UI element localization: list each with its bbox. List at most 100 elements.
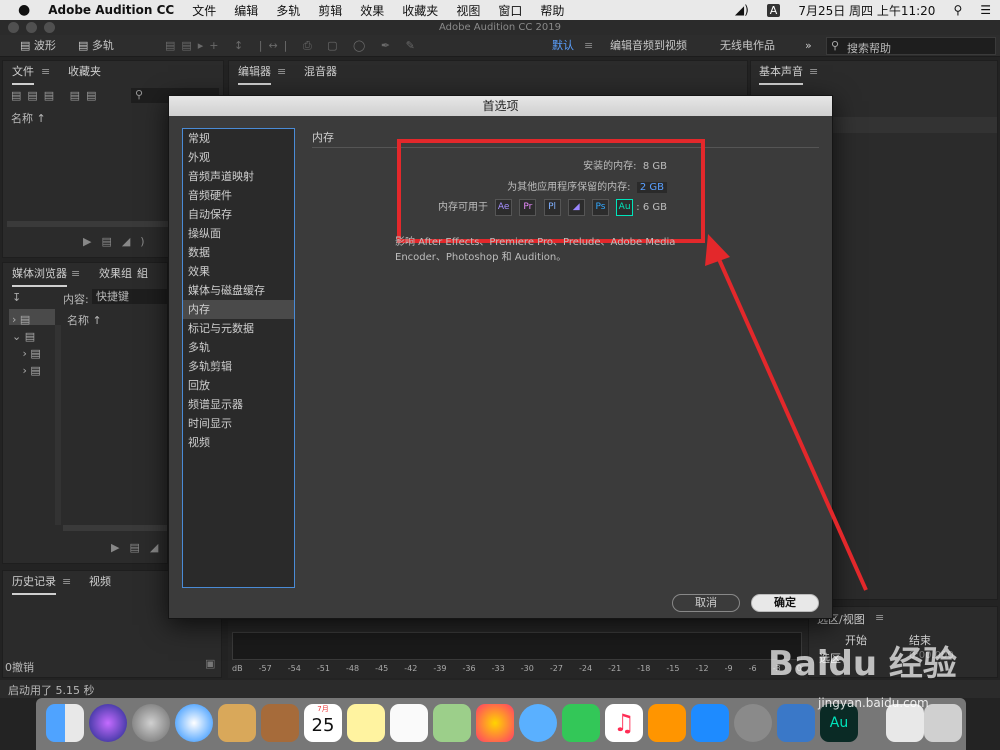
- panel-menu-icon[interactable]: ≡: [71, 263, 80, 285]
- tab-files[interactable]: 文件: [12, 61, 34, 85]
- nav-item[interactable]: 常规: [183, 129, 294, 148]
- notification-center-icon[interactable]: ☰: [971, 3, 1000, 17]
- nav-item[interactable]: 回放: [183, 376, 294, 395]
- contacts-icon[interactable]: [261, 704, 299, 742]
- apple-menu-icon[interactable]: ●: [0, 2, 39, 18]
- workspace-default[interactable]: 默认: [552, 38, 574, 54]
- tab-media-browser[interactable]: 媒体浏览器: [12, 263, 67, 287]
- tool-icons: ▤▤▸+ ↕ |↔| ⎙ ▢ ◯ ✒ ✎: [165, 39, 421, 52]
- reminders-icon[interactable]: [390, 704, 428, 742]
- tab-history[interactable]: 历史记录: [12, 571, 56, 595]
- input-method-icon[interactable]: A: [758, 3, 790, 17]
- volume-icon[interactable]: ◢): [726, 3, 758, 17]
- nav-item[interactable]: 多轨剪辑: [183, 357, 294, 376]
- app-menu[interactable]: Adobe Audition CC: [39, 3, 183, 17]
- media-column-name[interactable]: 名称 ↑: [67, 312, 102, 328]
- mail-icon[interactable]: [218, 704, 256, 742]
- section-title: 内存: [312, 131, 334, 144]
- menu-clip[interactable]: 剪辑: [309, 2, 351, 19]
- waveform-view-button[interactable]: ▤ 波形: [20, 38, 56, 54]
- menu-multitrack[interactable]: 多轨: [267, 2, 309, 19]
- ok-button[interactable]: 确定: [751, 594, 819, 612]
- app-store-icon[interactable]: [691, 704, 729, 742]
- workspace-edit-video[interactable]: 编辑音频到视频: [610, 38, 687, 54]
- tab-editor[interactable]: 编辑器: [238, 61, 271, 85]
- workspace-radio[interactable]: 无线电作品: [720, 38, 775, 54]
- tab-mixer[interactable]: 混音器: [304, 61, 337, 83]
- cancel-button[interactable]: 取消: [672, 594, 740, 612]
- status-text: 启动用了 5.15 秒: [8, 684, 95, 697]
- menu-effects[interactable]: 效果: [351, 2, 393, 19]
- panel-menu-icon[interactable]: ≡: [875, 611, 884, 624]
- photos-icon[interactable]: [476, 704, 514, 742]
- tick: -57: [258, 664, 272, 673]
- media-tree[interactable]: › ▤ ⌄ ▤ › ▤ › ▤: [12, 311, 41, 379]
- spotlight-icon[interactable]: ⚲: [944, 3, 971, 17]
- trash-icon[interactable]: ▣: [205, 657, 215, 670]
- nav-item[interactable]: 音频硬件: [183, 186, 294, 205]
- messages-icon[interactable]: [519, 704, 557, 742]
- nav-item[interactable]: 自动保存: [183, 205, 294, 224]
- window-zoom-icon[interactable]: [44, 22, 55, 33]
- nav-item[interactable]: 视频: [183, 433, 294, 452]
- safari-icon[interactable]: [175, 704, 213, 742]
- notes-icon[interactable]: [347, 704, 385, 742]
- facetime-icon[interactable]: [562, 704, 600, 742]
- tick: -45: [375, 664, 389, 673]
- books-icon[interactable]: [648, 704, 686, 742]
- nav-item[interactable]: 时间显示: [183, 414, 294, 433]
- calendar-icon[interactable]: 7月 25: [304, 704, 342, 742]
- window-close-icon[interactable]: [8, 22, 19, 33]
- app-icon[interactable]: [777, 704, 815, 742]
- tick: dB: [232, 664, 243, 673]
- panel-menu-icon[interactable]: ≡: [62, 571, 71, 593]
- system-preferences-icon[interactable]: [734, 704, 772, 742]
- music-icon[interactable]: ♫: [605, 704, 643, 742]
- siri-icon[interactable]: [89, 704, 127, 742]
- menu-view[interactable]: 视图: [447, 2, 489, 19]
- workspace-menu-icon[interactable]: ≡: [584, 38, 593, 54]
- files-column-name[interactable]: 名称 ↑: [11, 110, 46, 126]
- nav-item[interactable]: 外观: [183, 148, 294, 167]
- tab-favorites[interactable]: 收藏夹: [68, 61, 101, 83]
- search-help-field[interactable]: ⚲ 搜索帮助: [826, 37, 996, 55]
- nav-item[interactable]: 数据: [183, 243, 294, 262]
- menu-edit[interactable]: 编辑: [225, 2, 267, 19]
- media-scrollbar[interactable]: [63, 525, 167, 531]
- nav-item[interactable]: 音频声道映射: [183, 167, 294, 186]
- more-workspaces-button[interactable]: »: [805, 38, 812, 54]
- multitrack-view-button[interactable]: ▤ 多轨: [78, 38, 114, 54]
- launchpad-icon[interactable]: [132, 704, 170, 742]
- tab-video[interactable]: 视频: [89, 571, 111, 593]
- files-toolbar-icons[interactable]: ▤▤▤ ▤▤: [11, 89, 102, 102]
- menu-file[interactable]: 文件: [183, 2, 225, 19]
- files-transport-icons[interactable]: ▶▤◢): [83, 235, 155, 248]
- nav-item-memory-selected[interactable]: 内存: [183, 300, 294, 319]
- tick: -12: [695, 664, 709, 673]
- essential-sound-title[interactable]: 基本声音: [759, 61, 803, 85]
- search-icon: ⚲: [135, 88, 144, 101]
- nav-item[interactable]: 多轨: [183, 338, 294, 357]
- nav-item[interactable]: 媒体与磁盘缓存: [183, 281, 294, 300]
- trash-dock-icon[interactable]: [924, 704, 962, 742]
- nav-item[interactable]: 效果: [183, 262, 294, 281]
- finder-icon[interactable]: [46, 704, 84, 742]
- clock[interactable]: 7月25日 周四 上午11:20: [789, 2, 944, 19]
- level-meter-panel: dB -57 -54 -51 -48 -45 -42 -39 -36 -33 -30 -27 -24 -2…: [228, 620, 808, 678]
- panel-menu-icon[interactable]: ≡: [41, 61, 50, 83]
- window-minimize-icon[interactable]: [26, 22, 37, 33]
- maps-icon[interactable]: [433, 704, 471, 742]
- menu-favorites[interactable]: 收藏夹: [393, 2, 447, 19]
- nav-item[interactable]: 标记与元数据: [183, 319, 294, 338]
- menu-help[interactable]: 帮助: [531, 2, 573, 19]
- import-icon[interactable]: ↧: [12, 291, 21, 304]
- panel-menu-icon[interactable]: ≡: [809, 61, 818, 83]
- content-select[interactable]: 快捷键: [92, 289, 168, 304]
- menu-window[interactable]: 窗口: [489, 2, 531, 19]
- nav-item[interactable]: 操纵面: [183, 224, 294, 243]
- nav-item[interactable]: 频谱显示器: [183, 395, 294, 414]
- tab-effects-rack[interactable]: 效果组: [99, 263, 132, 285]
- tab-more[interactable]: 組: [137, 263, 148, 285]
- panel-menu-icon[interactable]: ≡: [277, 61, 286, 83]
- media-splitter[interactable]: [55, 325, 61, 525]
